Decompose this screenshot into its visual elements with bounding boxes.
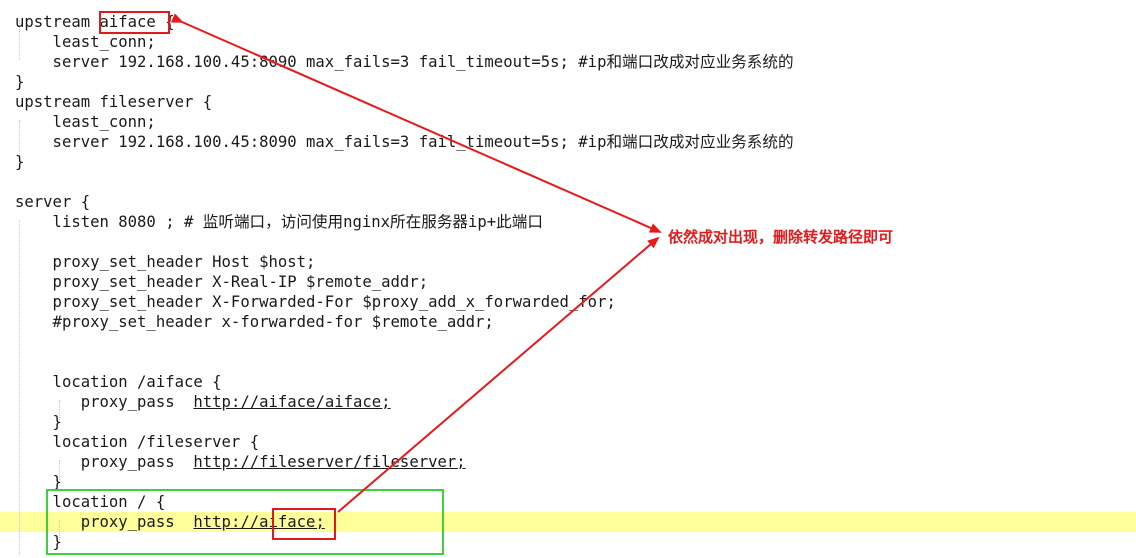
arrow-line <box>170 13 662 233</box>
annotation-arrows <box>170 13 662 513</box>
annotation-text: 依然成对出现，删除转发路径即可 <box>668 228 894 246</box>
arrow-line <box>337 236 660 513</box>
code-editor[interactable]: upstream aiface { least_conn; server 192… <box>0 0 1136 558</box>
